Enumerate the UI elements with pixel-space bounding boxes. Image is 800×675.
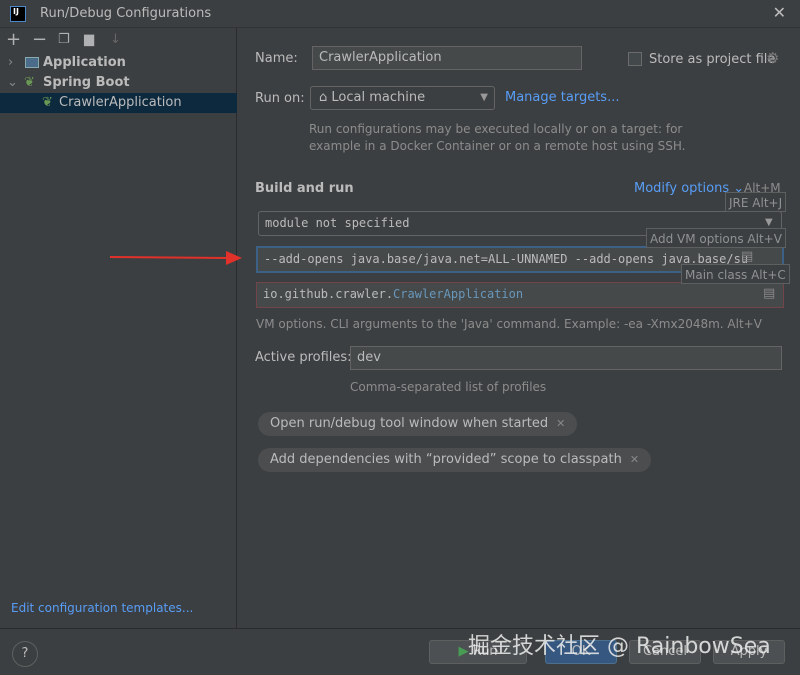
folder-add-icon[interactable]: ▆ (84, 32, 94, 47)
plus-icon[interactable]: + (6, 29, 21, 50)
help-button[interactable]: ? (12, 641, 38, 667)
option-chip-open-tool-window[interactable]: Open run/debug tool window when started ✕ (258, 412, 578, 436)
minus-icon[interactable]: − (32, 29, 47, 50)
vm-options-shortcut-popup: Add VM options Alt+V (646, 228, 786, 248)
tree-item-spring-boot[interactable]: ⌄ ❦ Spring Boot (0, 73, 237, 93)
run-on-label: Run on: (255, 91, 305, 106)
tree-item-crawler-application[interactable]: ❦ CrawlerApplication (0, 93, 237, 113)
store-project-label: Store as project file (649, 52, 776, 67)
dropdown-arrow-icon: ▼ (765, 217, 773, 228)
chevron-down-icon: ⌄ (7, 75, 18, 90)
tree-item-application[interactable]: › Application (0, 53, 237, 73)
play-icon: ▶ (458, 644, 469, 659)
run-on-dropdown[interactable]: ⌂ Local machine ▼ (310, 86, 495, 110)
browse-class-icon[interactable]: ▤ (763, 286, 775, 301)
close-icon[interactable]: ✕ (773, 3, 786, 22)
build-run-heading: Build and run (255, 181, 354, 196)
config-tree-panel (0, 28, 237, 628)
run-on-hint: example in a Docker Container or on a re… (309, 139, 686, 153)
remove-icon[interactable]: ✕ (556, 417, 565, 430)
main-class-shortcut-popup: Main class Alt+C (681, 264, 790, 284)
expand-text-icon[interactable]: ▤ (741, 249, 753, 264)
store-project-checkbox[interactable] (628, 52, 642, 66)
home-icon: ⌂ (319, 90, 328, 105)
red-arrow-annotation (109, 251, 242, 265)
gear-icon[interactable]: ⚙ (766, 49, 779, 67)
dropdown-arrow-icon: ▼ (480, 92, 488, 103)
manage-targets-link[interactable]: Manage targets... (505, 90, 619, 105)
spring-boot-icon: ❦ (24, 75, 35, 90)
window-title: Run/Debug Configurations (40, 6, 212, 21)
title-bar: IJ Run/Debug Configurations ✕ (0, 0, 800, 28)
spring-boot-error-icon: ❦ (42, 95, 53, 110)
profiles-field[interactable]: dev (350, 346, 782, 370)
name-label: Name: (255, 51, 298, 66)
application-icon (25, 57, 39, 68)
jre-shortcut-popup: JRE Alt+J (725, 192, 787, 212)
option-chip-provided-scope[interactable]: Add dependencies with “provided” scope t… (258, 448, 652, 472)
remove-icon[interactable]: ✕ (630, 453, 639, 466)
copy-icon[interactable]: ❐ (58, 32, 70, 47)
intellij-logo-icon: IJ (10, 6, 26, 22)
name-field[interactable]: CrawlerApplication (312, 46, 582, 70)
sort-icon[interactable]: ↓ (110, 32, 121, 47)
profiles-label: Active profiles: (255, 350, 352, 365)
main-class-field[interactable]: io.github.crawler.CrawlerApplication (256, 282, 784, 308)
watermark: 掘金技术社区 @ RainbowSea (468, 634, 771, 659)
profiles-hint: Comma-separated list of profiles (350, 380, 547, 394)
run-on-hint: Run configurations may be executed local… (309, 122, 683, 136)
edit-templates-link[interactable]: Edit configuration templates... (11, 601, 193, 615)
vm-options-hint: VM options. CLI arguments to the 'Java' … (256, 317, 762, 331)
chevron-right-icon: › (8, 55, 14, 70)
